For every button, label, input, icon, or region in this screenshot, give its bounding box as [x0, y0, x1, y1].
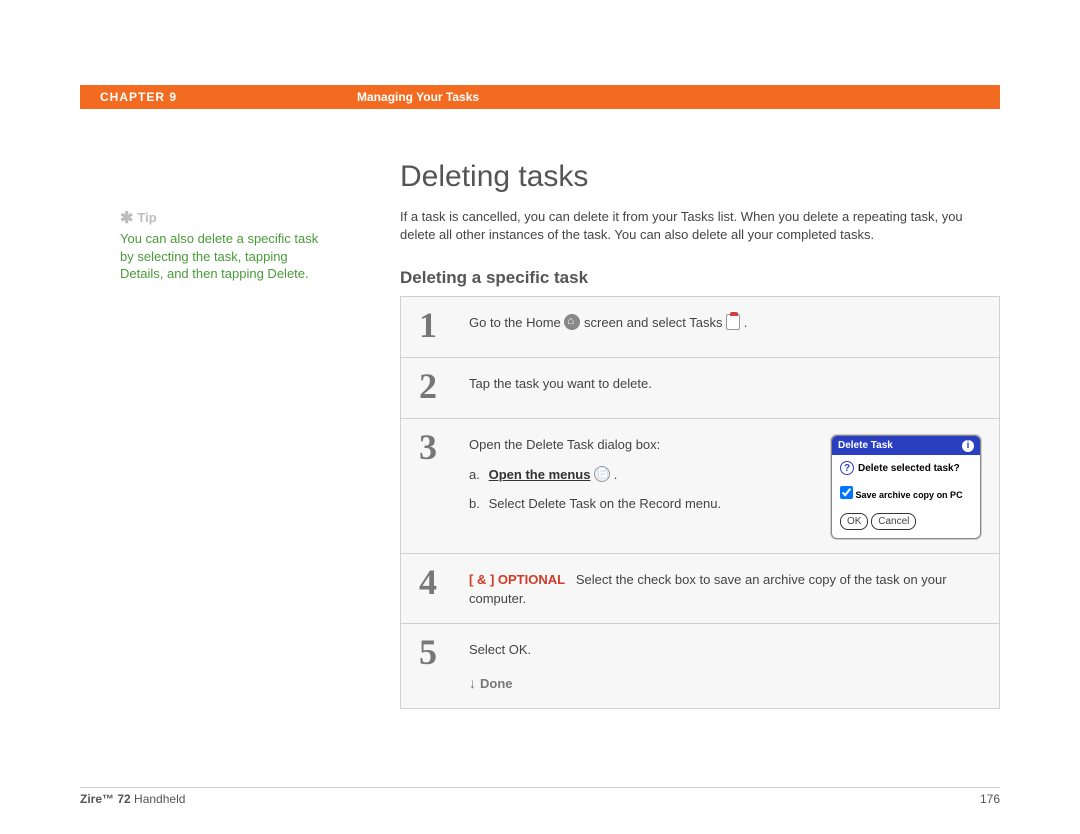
product-bold: Zire™ 72	[80, 792, 131, 806]
page-footer: Zire™ 72 Handheld 176	[80, 787, 1000, 806]
substep-label: b.	[469, 494, 485, 514]
cancel-button[interactable]: Cancel	[871, 513, 916, 530]
step-content: Go to the Home screen and select Tasks .	[469, 307, 981, 343]
dialog-title: Delete Task	[838, 438, 893, 453]
step-text: screen and select Tasks	[584, 315, 726, 330]
dialog-buttons: OK Cancel	[832, 509, 980, 538]
steps-container: 1 Go to the Home screen and select Tasks…	[400, 296, 1000, 709]
question-icon: ?	[840, 461, 854, 475]
page-body: ✱ Tip You can also delete a specific task…	[80, 160, 1000, 794]
menu-icon	[594, 466, 610, 482]
step-row-2: 2 Tap the task you want to delete.	[401, 358, 999, 419]
substep-label: a.	[469, 465, 485, 485]
tip-text: You can also delete a specific task by s…	[120, 230, 320, 283]
home-icon	[564, 314, 580, 330]
checkbox-label: Save archive copy on PC	[856, 490, 963, 500]
page-title: Deleting tasks	[400, 160, 1000, 194]
dialog-title-bar: Delete Task i	[832, 436, 980, 455]
chapter-title: Managing Your Tasks	[357, 90, 479, 104]
chapter-header-bar: CHAPTER 9 Managing Your Tasks	[80, 85, 1000, 109]
step-number: 3	[419, 429, 469, 539]
ok-button[interactable]: OK	[840, 513, 868, 530]
product-name: Zire™ 72 Handheld	[80, 792, 185, 806]
tip-label: Tip	[137, 210, 156, 225]
dialog-question: Delete selected task?	[858, 463, 960, 474]
optional-badge: [ & ] OPTIONAL	[469, 572, 565, 587]
tasks-icon	[726, 314, 740, 330]
step-number: 5	[419, 634, 469, 695]
info-icon: i	[962, 440, 974, 452]
step-content: [ & ] OPTIONAL Select the check box to s…	[469, 564, 981, 609]
step-text: .	[744, 315, 748, 330]
main-content: Deleting tasks If a task is cancelled, y…	[400, 160, 1000, 709]
product-rest: Handheld	[131, 792, 186, 806]
step-text: Go to the Home	[469, 315, 564, 330]
step-row-5: 5 Select OK. ↓ Done	[401, 624, 999, 709]
archive-checkbox[interactable]	[840, 486, 853, 499]
done-indicator: ↓ Done	[469, 673, 981, 694]
open-menus-link[interactable]: Open the menus	[489, 467, 591, 482]
tip-heading: ✱ Tip	[120, 208, 320, 228]
step-row-3: 3 Delete Task i ? Delete selected task? S…	[401, 419, 999, 554]
dialog-body: ? Delete selected task? Save archive copy…	[832, 455, 980, 509]
done-label: Done	[480, 676, 513, 691]
step-number: 4	[419, 564, 469, 609]
step-text: Select OK.	[469, 640, 981, 660]
step-number: 2	[419, 368, 469, 404]
down-arrow-icon: ↓	[469, 673, 476, 694]
substep-text: .	[610, 467, 617, 482]
section-heading: Deleting a specific task	[400, 268, 1000, 288]
dialog-checkbox-row: Save archive copy on PC	[840, 486, 972, 503]
tip-sidebar: ✱ Tip You can also delete a specific task…	[120, 208, 320, 283]
substep-text: Select Delete Task on the Record menu.	[489, 496, 721, 511]
step-row-4: 4 [ & ] OPTIONAL Select the check box to…	[401, 554, 999, 624]
intro-paragraph: If a task is cancelled, you can delete i…	[400, 208, 1000, 244]
step-content: Delete Task i ? Delete selected task? Sav…	[469, 429, 981, 539]
step-number: 1	[419, 307, 469, 343]
delete-task-dialog: Delete Task i ? Delete selected task? Sav…	[831, 435, 981, 539]
page-number: 176	[980, 792, 1000, 806]
chapter-label: CHAPTER 9	[100, 90, 177, 104]
asterisk-icon: ✱	[120, 210, 133, 227]
step-content: Tap the task you want to delete.	[469, 368, 981, 404]
step-row-1: 1 Go to the Home screen and select Tasks…	[401, 297, 999, 358]
step-content: Select OK. ↓ Done	[469, 634, 981, 695]
